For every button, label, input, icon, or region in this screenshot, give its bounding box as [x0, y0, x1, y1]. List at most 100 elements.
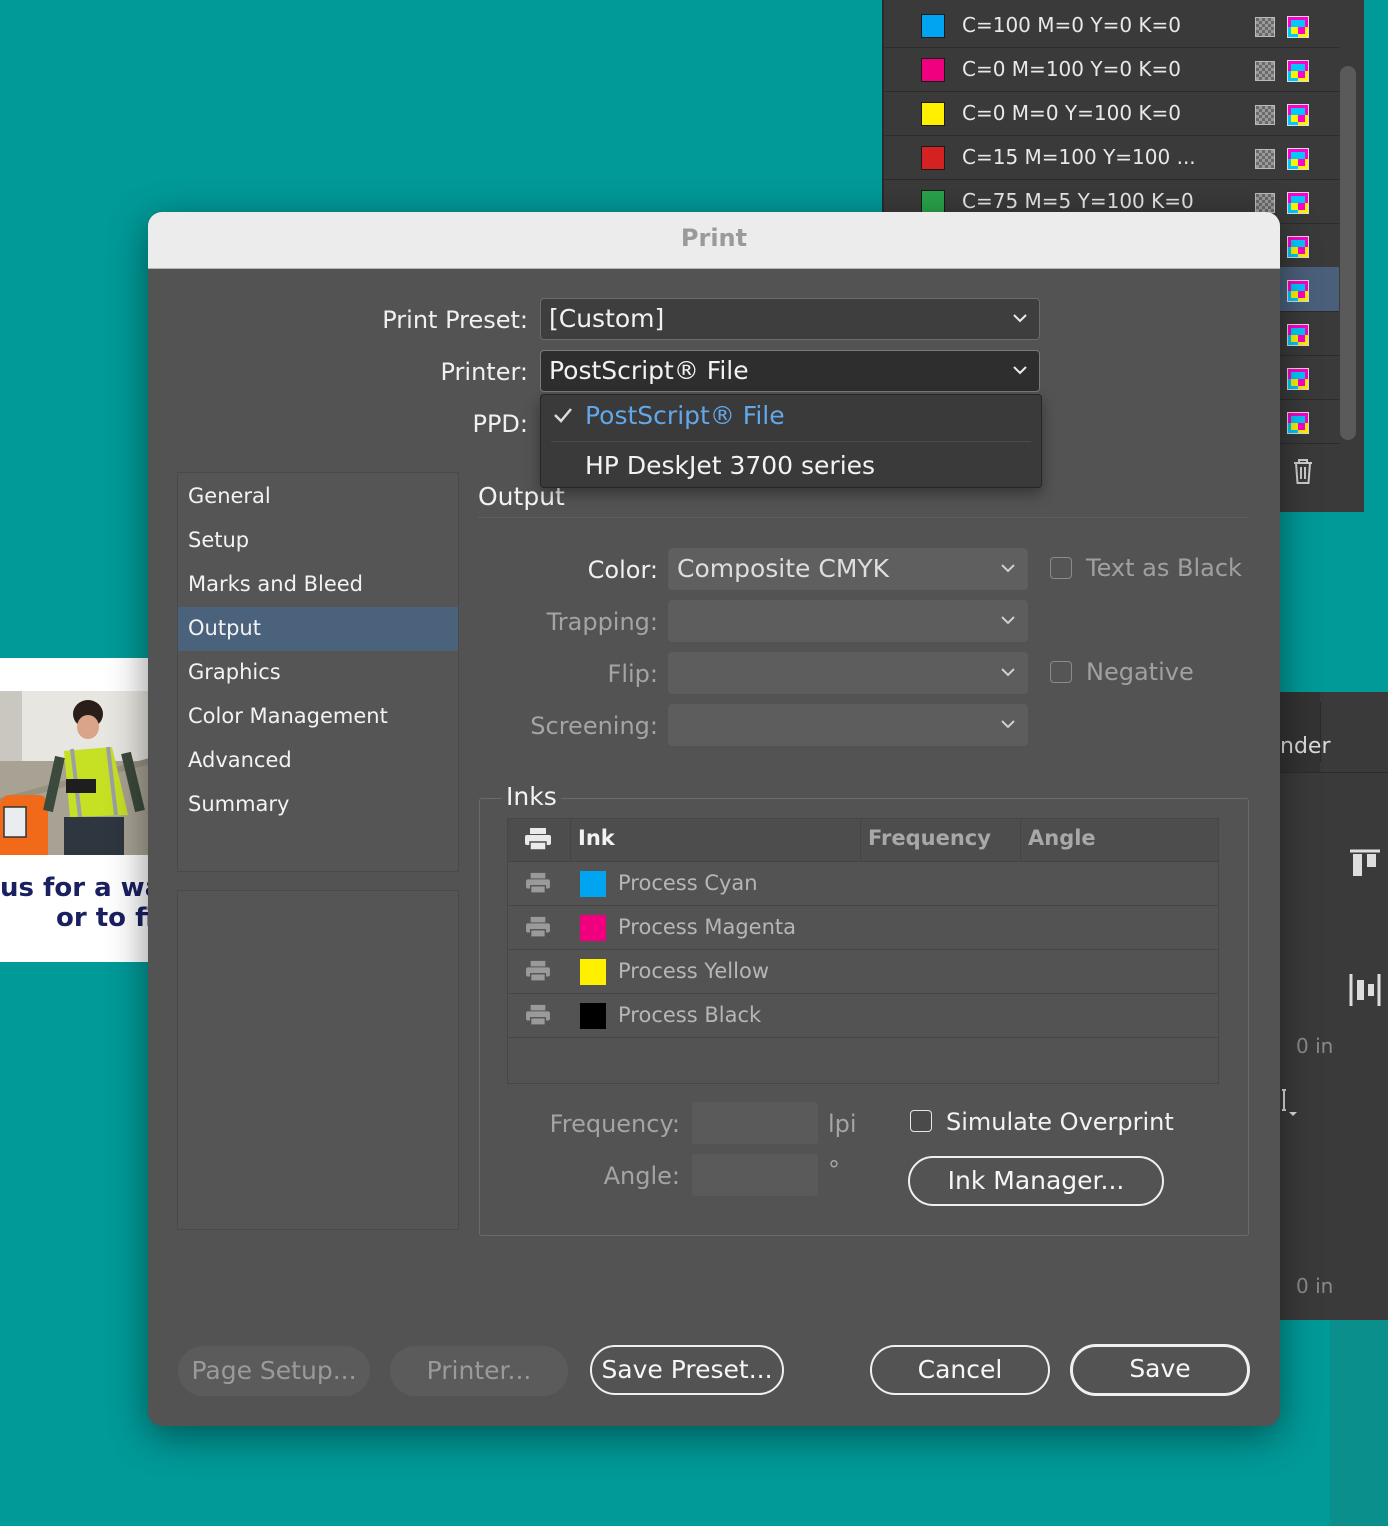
printer-icon[interactable] [524, 1004, 552, 1026]
ink-name: Process Black [618, 1003, 762, 1027]
printer-icon[interactable] [524, 960, 552, 982]
chevron-down-icon [1001, 720, 1015, 729]
process-color-icon [1255, 105, 1275, 125]
ink-column-header[interactable]: Ink [570, 819, 861, 861]
printer-button[interactable]: Printer... [390, 1346, 568, 1396]
swatch-row[interactable]: C=15 M=100 Y=100 ... [884, 135, 1339, 180]
sidebar-item-graphics[interactable]: Graphics [178, 651, 458, 695]
ink-color-chip [580, 871, 606, 897]
inks-title: Inks [502, 782, 561, 811]
document-photo [0, 691, 150, 855]
printer-label: Printer: [440, 358, 528, 386]
sidebar-item-label: Output [188, 616, 261, 640]
text-as-black-checkbox[interactable] [1050, 557, 1072, 579]
simulate-overprint-label: Simulate Overprint [946, 1108, 1174, 1136]
chevron-down-icon [1001, 668, 1015, 677]
cmyk-mode-icon [1287, 60, 1309, 82]
menu-item-hp-deskjet[interactable]: HP DeskJet 3700 series [541, 445, 1041, 491]
spacing-value-2[interactable]: 0 in [1296, 1274, 1333, 1298]
swatch-color-chip [921, 14, 945, 38]
frequency-column-header[interactable]: Frequency [860, 819, 1021, 861]
preview-area [177, 890, 459, 1230]
ink-row[interactable]: Process Magenta [508, 905, 1218, 950]
chevron-down-icon [1001, 564, 1015, 573]
save-button[interactable]: Save [1070, 1344, 1250, 1396]
angle-column-header[interactable]: Angle [1020, 819, 1218, 861]
checkmark-icon [554, 408, 572, 423]
cmyk-mode-icon [1287, 192, 1309, 214]
screening-select[interactable] [668, 704, 1028, 746]
ink-color-chip [580, 959, 606, 985]
sidebar-item-marks-and-bleed[interactable]: Marks and Bleed [178, 563, 458, 607]
swatch-name: C=100 M=0 Y=0 K=0 [962, 13, 1182, 37]
simulate-overprint-checkbox[interactable] [910, 1110, 932, 1132]
panel-tab-label[interactable]: nder [1280, 734, 1331, 759]
sidebar-item-label: Color Management [188, 704, 388, 728]
sidebar-item-color-management[interactable]: Color Management [178, 695, 458, 739]
swatches-scrollbar[interactable] [1340, 66, 1356, 440]
sidebar-item-general[interactable]: General [178, 475, 458, 519]
sidebar-item-summary[interactable]: Summary [178, 783, 458, 827]
menu-separator [551, 441, 1031, 442]
swatch-row[interactable]: C=0 M=0 Y=100 K=0 [884, 91, 1339, 136]
sidebar-item-output[interactable]: Output [178, 607, 458, 651]
trapping-select[interactable] [668, 600, 1028, 642]
distribute-horizontal-icon[interactable] [1348, 972, 1382, 1008]
cmyk-mode-icon [1287, 16, 1309, 38]
dialog-title: Print [680, 224, 748, 252]
menu-item-label: PostScript® File [585, 401, 785, 430]
negative-checkbox[interactable] [1050, 661, 1072, 683]
swatch-name: C=0 M=100 Y=0 K=0 [962, 57, 1182, 81]
ink-row[interactable]: Process Black [508, 993, 1218, 1038]
frequency-input[interactable] [692, 1102, 818, 1144]
save-preset-button[interactable]: Save Preset... [590, 1345, 784, 1395]
cmyk-mode-icon [1287, 324, 1309, 346]
swatch-row[interactable]: C=100 M=0 Y=0 K=0 [884, 3, 1339, 48]
sidebar-item-setup[interactable]: Setup [178, 519, 458, 563]
sidebar-item-advanced[interactable]: Advanced [178, 739, 458, 783]
print-preset-select[interactable]: [Custom] [540, 298, 1040, 340]
document-text-line: or to fi [56, 903, 150, 933]
swatch-row[interactable]: C=0 M=100 Y=0 K=0 [884, 47, 1339, 92]
menu-item-postscript-file[interactable]: PostScript® File [541, 395, 1041, 441]
print-column-header[interactable] [508, 819, 571, 861]
chevron-down-icon [1013, 314, 1027, 323]
chevron-down-icon [1001, 616, 1015, 625]
ink-row[interactable]: Process Cyan [508, 861, 1218, 906]
print-preset-value: [Custom] [549, 304, 665, 333]
printer-value: PostScript® File [549, 356, 749, 385]
swatch-name: C=15 M=100 Y=100 ... [962, 145, 1196, 169]
ink-name: Process Magenta [618, 915, 796, 939]
divider [478, 517, 1248, 518]
cmyk-mode-icon [1287, 412, 1309, 434]
dialog-titlebar[interactable]: Print [148, 212, 1280, 269]
printer-select[interactable]: PostScript® File [540, 350, 1040, 392]
color-select[interactable]: Composite CMYK [668, 548, 1028, 590]
cancel-button[interactable]: Cancel [870, 1345, 1050, 1395]
swatch-name: C=0 M=0 Y=100 K=0 [962, 101, 1182, 125]
frequency-label: Frequency: [549, 1110, 680, 1138]
angle-label: Angle: [603, 1162, 680, 1190]
sidebar-item-label: Marks and Bleed [188, 572, 363, 596]
document-page: us for a wat or to fi [0, 658, 150, 962]
ppd-label: PPD: [472, 410, 528, 438]
frequency-unit: lpi [828, 1110, 857, 1138]
sidebar-item-label: Graphics [188, 660, 281, 684]
angle-input[interactable] [692, 1154, 818, 1196]
trash-icon[interactable] [1290, 456, 1316, 486]
cmyk-mode-icon [1287, 148, 1309, 170]
document-text-line: us for a wat [0, 873, 150, 903]
printer-icon[interactable] [524, 872, 552, 894]
spacing-value[interactable]: 0 in [1296, 1034, 1333, 1058]
align-top-icon[interactable] [1348, 848, 1382, 878]
flip-select[interactable] [668, 652, 1028, 694]
printer-icon[interactable] [524, 916, 552, 938]
ink-manager-button[interactable]: Ink Manager... [908, 1156, 1164, 1206]
process-color-icon [1255, 193, 1275, 213]
ink-name: Process Yellow [618, 959, 769, 983]
ink-row[interactable]: Process Yellow [508, 949, 1218, 994]
page-setup-button[interactable]: Page Setup... [178, 1346, 370, 1396]
column-label: Ink [578, 826, 615, 850]
properties-panel: nder 0 in 0 in [1280, 692, 1388, 1320]
screening-label: Screening: [530, 712, 658, 740]
